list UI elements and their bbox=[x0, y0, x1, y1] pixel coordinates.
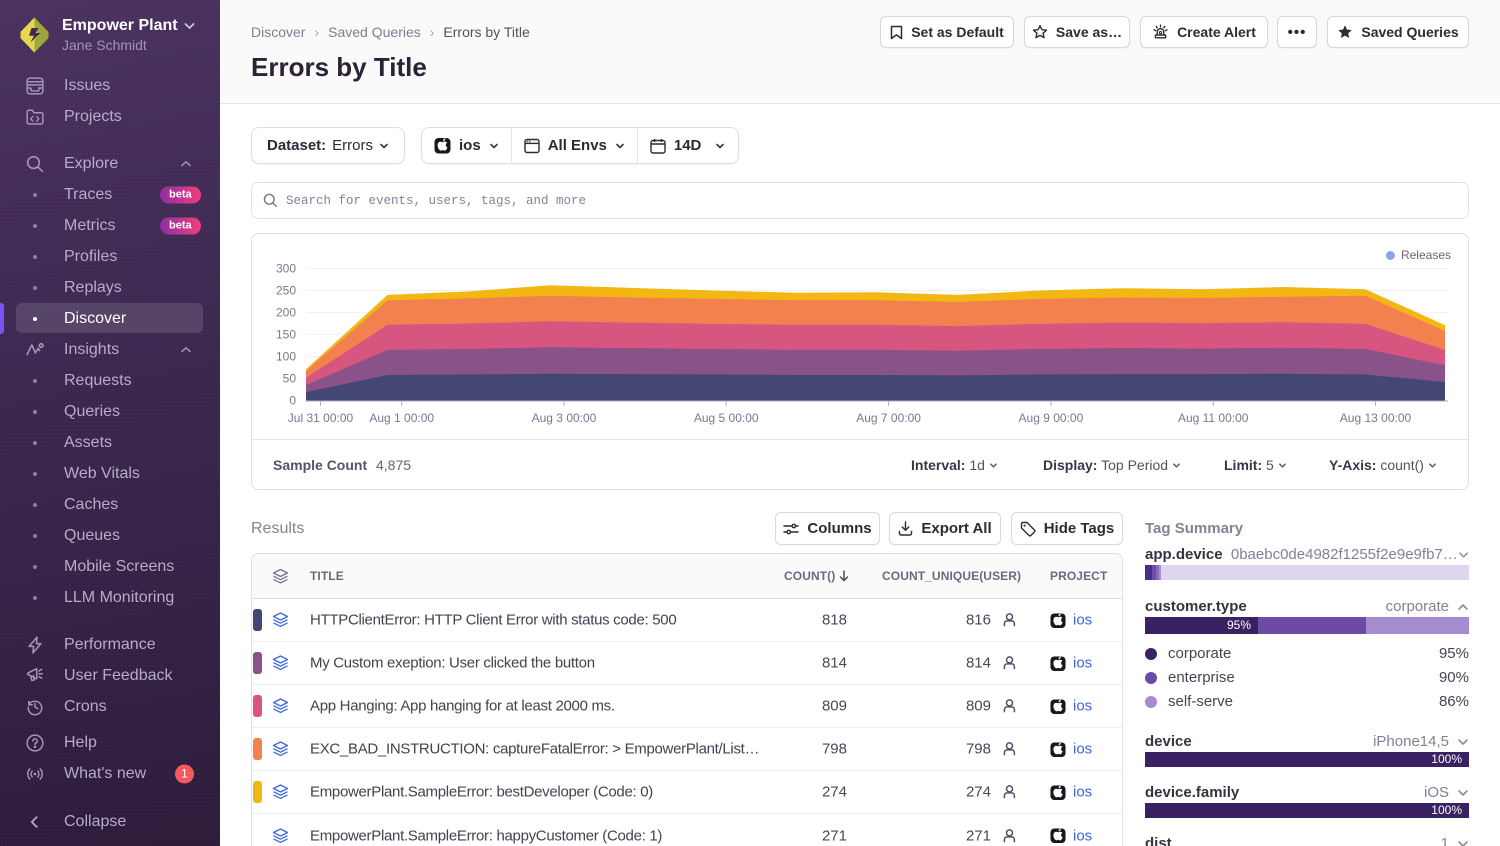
svg-text:250: 250 bbox=[276, 284, 296, 298]
svg-text:300: 300 bbox=[276, 262, 296, 276]
svg-text:Aug 3 00:00: Aug 3 00:00 bbox=[532, 411, 597, 425]
svg-text:0: 0 bbox=[289, 394, 296, 408]
svg-text:150: 150 bbox=[276, 328, 296, 342]
svg-text:50: 50 bbox=[283, 372, 297, 386]
svg-text:Aug 9 00:00: Aug 9 00:00 bbox=[1019, 411, 1084, 425]
svg-text:Aug 11 00:00: Aug 11 00:00 bbox=[1178, 411, 1249, 425]
svg-text:Aug 1 00:00: Aug 1 00:00 bbox=[369, 411, 434, 425]
svg-text:100: 100 bbox=[276, 350, 296, 364]
svg-text:Aug 13 00:00: Aug 13 00:00 bbox=[1340, 411, 1412, 425]
svg-text:200: 200 bbox=[276, 306, 296, 320]
svg-text:Aug 7 00:00: Aug 7 00:00 bbox=[856, 411, 921, 425]
svg-text:Aug 5 00:00: Aug 5 00:00 bbox=[694, 411, 759, 425]
svg-text:Jul 31 00:00: Jul 31 00:00 bbox=[288, 411, 354, 425]
